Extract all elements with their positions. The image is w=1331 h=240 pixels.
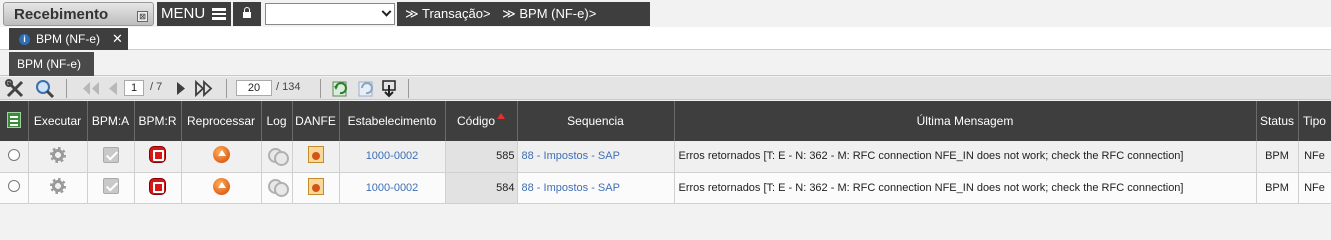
lock-icon: [243, 7, 251, 18]
column-header-codigo-label: Código: [456, 114, 496, 128]
hamburger-icon: [212, 8, 226, 20]
execute-gear-icon[interactable]: [49, 178, 66, 194]
column-header-codigo[interactable]: Código: [445, 101, 518, 141]
tools-icon[interactable]: [4, 79, 26, 98]
cell-ultima-mensagem: Erros retornados [T: E - N: 362 - M: RFC…: [674, 172, 1257, 204]
cell-codigo: 584: [445, 172, 518, 204]
total-pages: / 7: [150, 81, 163, 93]
table-row[interactable]: 1000-0002 585 88 - Impostos - SAP Erros …: [0, 141, 1331, 173]
column-header-status[interactable]: Status: [1256, 101, 1299, 141]
cell-status: BPM: [1256, 172, 1299, 204]
reprocess-icon[interactable]: [212, 177, 230, 195]
bpm-reject-icon[interactable]: [149, 177, 166, 195]
row-select-radio[interactable]: [7, 148, 20, 161]
tab-label: BPM (NF-e): [36, 32, 100, 46]
grid-header-row: Executar BPM:A BPM:R Reprocessar Log DAN…: [0, 101, 1331, 141]
cell-status: BPM: [1256, 141, 1299, 173]
next-page-icon[interactable]: [174, 79, 190, 98]
bpm-approve-icon[interactable]: [102, 146, 119, 163]
page-size-input[interactable]: 20: [236, 80, 272, 96]
pin-icon[interactable]: ⊠: [137, 11, 148, 22]
row-select-radio[interactable]: [7, 180, 20, 192]
previous-page-icon[interactable]: [104, 79, 120, 98]
column-header-ultima-mensagem[interactable]: Última Mensagem: [674, 101, 1257, 141]
tab-bpm-nfe[interactable]: i BPM (NF-e) ✕: [9, 28, 128, 50]
log-icon[interactable]: [267, 147, 289, 166]
toolbar-divider: [408, 79, 409, 98]
last-page-icon[interactable]: [193, 79, 215, 98]
danfe-icon[interactable]: [307, 146, 324, 164]
column-chooser-icon: [6, 111, 21, 128]
search-icon[interactable]: [34, 79, 56, 98]
bpm-approve-icon[interactable]: [102, 178, 119, 194]
first-page-icon[interactable]: [80, 79, 102, 98]
menu-button[interactable]: MENU: [157, 2, 231, 26]
toolbar-divider: [226, 79, 227, 98]
breadcrumb-item-transacao[interactable]: ≫ Transação>: [405, 6, 491, 21]
breadcrumb: ≫ Transação> ≫ BPM (NF-e)>: [397, 2, 650, 26]
cell-sequencia[interactable]: 88 - Impostos - SAP: [517, 172, 675, 204]
close-icon[interactable]: ✕: [112, 31, 123, 47]
toolbar: 1 / 7 20 / 134: [0, 77, 1331, 100]
cell-tipo: NFe: [1298, 172, 1331, 204]
danfe-icon[interactable]: [307, 177, 324, 195]
export-icon[interactable]: [380, 79, 400, 98]
refresh-icon[interactable]: [330, 79, 350, 98]
page-number-input[interactable]: 1: [124, 80, 144, 96]
cell-estabelecimento[interactable]: 1000-0002: [339, 172, 446, 204]
column-header-log[interactable]: Log: [261, 101, 293, 141]
column-header-bpm-a[interactable]: BPM:A: [87, 101, 135, 141]
cell-sequencia[interactable]: 88 - Impostos - SAP: [517, 141, 675, 173]
page-header: BPM (NF-e): [0, 51, 1331, 76]
page-title: BPM (NF-e): [9, 52, 94, 76]
column-header-danfe[interactable]: DANFE: [292, 101, 340, 141]
column-header-tipo[interactable]: Tipo: [1298, 101, 1331, 141]
lock-button[interactable]: [233, 2, 261, 26]
bpm-reject-icon[interactable]: [149, 146, 166, 164]
cell-estabelecimento[interactable]: 1000-0002: [339, 141, 446, 173]
sort-ascending-icon: [497, 112, 506, 119]
table-row[interactable]: 1000-0002 584 88 - Impostos - SAP Erros …: [0, 172, 1331, 204]
chevron-down-icon: [381, 6, 392, 17]
column-header-bpm-r[interactable]: BPM:R: [134, 101, 182, 141]
column-header-estabelecimento[interactable]: Estabelecimento: [339, 101, 446, 141]
breadcrumb-item-bpm[interactable]: ≫ BPM (NF-e)>: [502, 6, 596, 21]
cell-tipo: NFe: [1298, 141, 1331, 173]
toolbar-divider: [320, 79, 321, 98]
info-icon: i: [19, 34, 30, 45]
top-bar: Recebimento ⊠ MENU ≫ Transação> ≫ BPM (N…: [0, 0, 1331, 27]
log-icon[interactable]: [267, 179, 289, 197]
column-header-reprocessar[interactable]: Reprocessar: [181, 101, 262, 141]
menu-label: MENU: [161, 5, 206, 22]
column-header-sequencia[interactable]: Sequencia: [517, 101, 675, 141]
toolbar-divider: [66, 79, 67, 98]
app-title-label: Recebimento: [14, 6, 109, 23]
tab-bar: i BPM (NF-e) ✕: [0, 27, 1331, 50]
column-header-executar[interactable]: Executar: [28, 101, 88, 141]
app-title[interactable]: Recebimento ⊠: [3, 2, 154, 26]
reload-icon[interactable]: [356, 79, 376, 98]
cell-ultima-mensagem: Erros retornados [T: E - N: 362 - M: RFC…: [674, 141, 1257, 173]
column-selector[interactable]: [0, 101, 29, 141]
total-records: / 134: [276, 81, 301, 93]
reprocess-icon[interactable]: [212, 146, 230, 164]
execute-gear-icon[interactable]: [49, 146, 66, 163]
data-grid: Executar BPM:A BPM:R Reprocessar Log DAN…: [0, 101, 1331, 204]
cell-codigo: 585: [445, 141, 518, 173]
navigation-select[interactable]: [265, 3, 395, 25]
